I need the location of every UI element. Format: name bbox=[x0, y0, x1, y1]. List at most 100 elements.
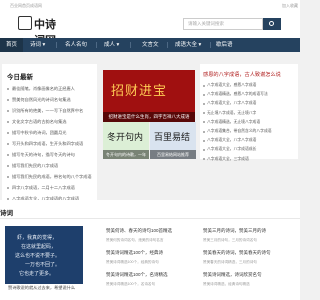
latest-item[interactable]: 描写我们先民的八字成语 bbox=[7, 160, 93, 171]
featured-item[interactable]: 八字成语大全，感恩八字成语 bbox=[203, 81, 295, 90]
section-divider bbox=[0, 218, 300, 219]
search-input[interactable]: 请输入关键词搜索 bbox=[183, 18, 263, 30]
nav-separator bbox=[167, 42, 168, 48]
bullet-icon bbox=[203, 84, 205, 87]
featured-article-card: 感恩的八字成语，古人致谢怎么说 八字成语大全，感恩八字成语 八字成语精选，感恩八… bbox=[200, 64, 298, 161]
poem-entry[interactable]: 赞美诗词精选100个，名诗精选 赞美诗词精选100个，名诗名句 bbox=[106, 272, 196, 287]
latest-item[interactable]: 文化文字古语的古韵名句集选 bbox=[7, 116, 93, 127]
latest-item[interactable]: 最佳随笔，肖像画像名的正经唐人 bbox=[7, 83, 93, 94]
banner-calligraphy: 招财进宝 bbox=[111, 84, 168, 99]
poem-entry-summary: 赞美诗词精选100个，经典的诗句 bbox=[106, 260, 159, 264]
featured-item[interactable]: 八字成语大全，三字成语 bbox=[203, 155, 295, 164]
bullet-icon bbox=[7, 131, 9, 134]
bullet-icon bbox=[203, 148, 205, 151]
poem-line: 这么也不说不要子。 bbox=[15, 253, 61, 259]
nav-item-famous-quotes[interactable]: 名人名句 bbox=[65, 38, 87, 52]
poem-line: 在这就里起码， bbox=[21, 244, 57, 250]
poem-entry-summary: 赞美何的诗词名句，绝美的诗句名言 bbox=[106, 238, 164, 242]
poem-entry-title: 赞美诗词精选100个，经典诗 bbox=[106, 250, 164, 255]
poetry-section-title: 诗词 bbox=[0, 210, 13, 217]
thumbnail-card[interactable]: 冬开句内 冬开句内的诗歌，一年 bbox=[103, 122, 149, 159]
featured-article-title[interactable]: 感恩的八字成语，古人致谢怎么说 bbox=[203, 71, 281, 78]
poem-line: 一万也不回了。 bbox=[25, 262, 61, 268]
poetry-feature-caption[interactable]: 赞诗歌说的就从过去来，希望说什么 bbox=[8, 285, 83, 291]
site-header: 中诗词网 请输入关键词搜索 bbox=[0, 10, 300, 47]
bullet-icon bbox=[203, 102, 205, 105]
bullet-icon bbox=[7, 120, 9, 123]
featured-item[interactable]: 无止境八字成语，无止境八字 bbox=[203, 109, 295, 118]
poetry-feature-image[interactable]: 虾，我真的觉得， 在这就里起码， 这么也不说不要子。 一万也不回了。 它也走了更… bbox=[5, 226, 83, 284]
search-icon bbox=[269, 21, 274, 26]
featured-item[interactable]: 八字成语精选，感恩八字的成语写法 bbox=[203, 90, 295, 99]
top-bar-link[interactable]: 百业网首页成语网 bbox=[10, 3, 42, 9]
poem-entry-title: 赞美三月的诗词，赞美三月的诗 bbox=[203, 228, 266, 233]
poem-entry[interactable]: 赞美诗词精选100个，经典诗 赞美诗词精选100个，经典的诗句 bbox=[106, 250, 196, 265]
poem-entry[interactable]: 赞美诗词精选，诗词欣赏名句 赞美诗词精选，经典诗句精选 bbox=[203, 272, 293, 287]
featured-item[interactable]: 八字成语大全，八字八字成语 bbox=[203, 136, 295, 145]
poem-entry[interactable]: 赞美何诗、春天的诗句100首精选 赞美何的诗词名句，绝美的诗句名言 bbox=[106, 228, 196, 243]
nav-item-classical[interactable]: 文言文 bbox=[142, 38, 159, 52]
latest-item[interactable]: 赞美何自然风光的诗词名句集选 bbox=[7, 94, 93, 105]
logo-icon bbox=[18, 16, 32, 30]
thumbnail-caption: 冬开句内的诗歌，一年 bbox=[103, 150, 149, 159]
poem-entry-title: 赞美诗词精选，诗词欣赏名句 bbox=[203, 272, 262, 277]
bullet-icon bbox=[203, 112, 205, 115]
bullet-icon bbox=[7, 87, 9, 90]
main-nav: 首页 诗词 ▾ 名人名句 成人 ▾ 文言文 成语大全 ▾ 歇后语 bbox=[0, 38, 300, 52]
thumbnail-calligraphy: 百里易结 bbox=[154, 133, 191, 143]
bullet-icon bbox=[203, 121, 205, 124]
poem-entry-summary: 赞美诗词精选100个，名诗名句 bbox=[106, 282, 156, 286]
bullet-icon bbox=[7, 175, 9, 178]
bullet-icon bbox=[7, 186, 9, 189]
bookmark-link[interactable]: 加入收藏 bbox=[282, 3, 298, 9]
featured-item[interactable]: 八字成语精选，无止境八字成语 bbox=[203, 118, 295, 127]
poem-line: 它也走了更多。 bbox=[19, 271, 55, 277]
thumbnail-caption: 百里易结网站推荐 bbox=[150, 150, 196, 159]
nav-item-xiehouyu[interactable]: 歇后语 bbox=[216, 38, 233, 52]
bullet-icon bbox=[203, 93, 205, 96]
bullet-icon bbox=[7, 153, 9, 156]
latest-item[interactable]: 描写我们先民的成语，带名句的八个字成语 bbox=[7, 171, 93, 182]
poem-entry-summary: 赞美诗词精选，经典诗句精选 bbox=[203, 282, 250, 286]
featured-banner[interactable]: 招财进宝 招财进宝是什么生肖，四字吉祥八大成语 bbox=[103, 70, 195, 122]
bullet-icon bbox=[203, 130, 205, 133]
nav-item-home[interactable]: 首页 bbox=[0, 38, 24, 52]
nav-separator bbox=[96, 42, 97, 48]
poem-entry-title: 赞美何诗、春天的诗句100首精选 bbox=[106, 228, 173, 233]
bullet-icon bbox=[7, 164, 9, 167]
nav-separator bbox=[130, 42, 131, 48]
poem-entry-title: 赞美诗词精选100个，名诗精选 bbox=[106, 272, 168, 277]
latest-item[interactable]: 识别所有的绝美，一一写下自然界中名 bbox=[7, 105, 93, 116]
poem-entry[interactable]: 赞美春天的诗词，赞美春天的诗句 赞美春天的诗词精选，三月的诗句 bbox=[203, 250, 293, 265]
nav-separator bbox=[56, 42, 57, 48]
banner-caption: 招财进宝是什么生肖，四字吉祥八大成语 bbox=[103, 112, 195, 122]
featured-list: 八字成语大全，感恩八字成语 八字成语精选，感恩八字的成语写法 八字成语大全，八字… bbox=[203, 81, 295, 164]
search-button[interactable] bbox=[263, 18, 281, 30]
bullet-icon bbox=[7, 98, 9, 101]
site-logo[interactable]: 中诗词网 bbox=[18, 15, 60, 47]
latest-title: 今日最新 bbox=[7, 74, 33, 81]
poem-entry-summary: 赞美三月的诗句，三月的诗词名句 bbox=[203, 238, 257, 242]
nav-item-adult[interactable]: 成人 ▾ bbox=[104, 38, 119, 52]
bullet-icon bbox=[7, 142, 9, 145]
featured-item[interactable]: 八字成语集合，带自然含义的八字成语 bbox=[203, 127, 295, 136]
bullet-icon bbox=[7, 109, 9, 112]
poem-entry[interactable]: 赞美三月的诗词，赞美三月的诗 赞美三月的诗句，三月的诗词名句 bbox=[203, 228, 293, 243]
featured-item[interactable]: 八字成语大全，八字成语成长 bbox=[203, 145, 295, 154]
poem-entry-title: 赞美春天的诗词，赞美春天的诗句 bbox=[203, 250, 271, 255]
thumbnail-calligraphy: 冬开句内 bbox=[107, 133, 144, 143]
top-bar: 百业网首页成语网 加入收藏 bbox=[0, 0, 300, 10]
nav-item-poetry[interactable]: 诗词 ▾ bbox=[30, 38, 45, 52]
thumbnail-card[interactable]: 百里易结 百里易结网站推荐 bbox=[150, 122, 196, 159]
latest-item[interactable]: 描写冬天的诗句，描写冬天的诗句 bbox=[7, 149, 93, 160]
poem-line: 虾，我真的觉得， bbox=[17, 235, 58, 241]
nav-separator bbox=[210, 42, 211, 48]
bullet-icon bbox=[203, 139, 205, 142]
bullet-icon bbox=[203, 158, 205, 161]
latest-item[interactable]: 描写中秋节的诗词，团圆月光 bbox=[7, 127, 93, 138]
poem-entry-summary: 赞美春天的诗词精选，三月的诗句 bbox=[203, 260, 257, 264]
latest-item[interactable]: 写开头和四字成语，生开头和四字成语 bbox=[7, 138, 93, 149]
nav-item-idioms[interactable]: 成语大全 ▾ bbox=[175, 38, 201, 52]
latest-item[interactable]: 四字八字成语，二月十二八字成语 bbox=[7, 182, 93, 193]
featured-item[interactable]: 八字成语大全，八字八字成语 bbox=[203, 99, 295, 108]
